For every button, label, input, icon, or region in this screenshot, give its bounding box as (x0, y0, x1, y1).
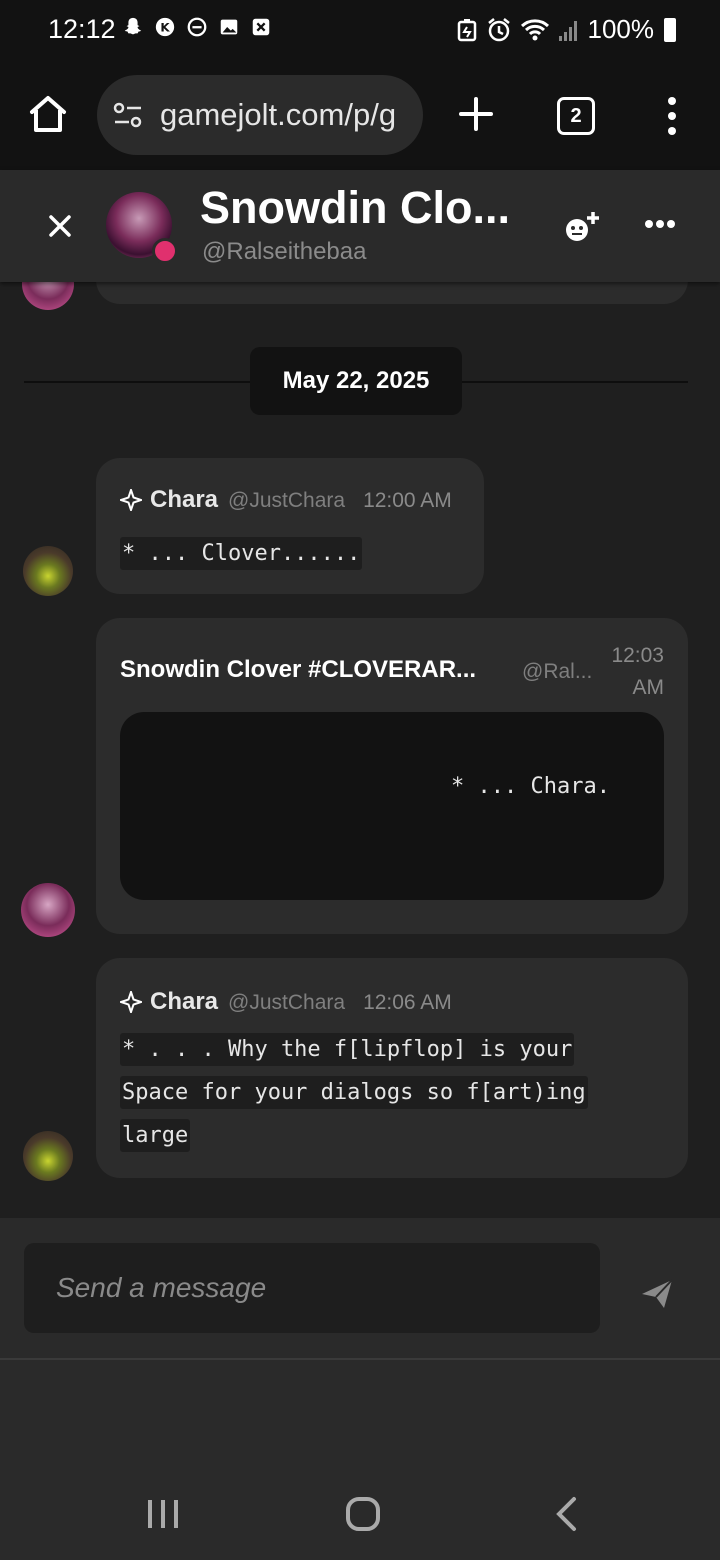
avatar[interactable] (21, 883, 75, 937)
room-handle[interactable]: @Ralseithebaa (202, 238, 366, 266)
status-right: 100% (456, 14, 676, 45)
sender-name[interactable]: Chara (150, 988, 218, 1016)
gallery-icon (220, 19, 238, 35)
message-content-box: * ... Chara. (120, 712, 664, 900)
date-separator: May 22, 2025 (250, 347, 462, 415)
message-time: 12:06 AM (363, 991, 452, 1014)
sparkle-icon (120, 991, 142, 1013)
battery-icon (664, 17, 676, 42)
message-bubble[interactable]: Chara @JustChara 12:06 AM * . . . Why th… (96, 958, 688, 1178)
message-header: Chara @JustChara 12:06 AM (120, 988, 452, 1016)
message-line: * ... Clover...... (120, 537, 363, 570)
address-bar[interactable]: gamejolt.com/p/g (97, 75, 423, 155)
avatar[interactable] (22, 282, 74, 310)
sender-handle[interactable]: @Ral... (522, 660, 592, 684)
battery-saver-icon (457, 18, 476, 41)
chat-header: Snowdin Clo... @Ralseithebaa (0, 170, 720, 282)
close-box-icon (252, 18, 270, 36)
status-bar: 12:12 K 100% (0, 0, 720, 62)
new-tab-plus-icon[interactable] (458, 96, 494, 132)
compose-bar (0, 1218, 720, 1358)
status-time: 12:12 (48, 14, 116, 44)
sender-handle[interactable]: @JustChara (228, 489, 345, 513)
message-text: * ... Clover...... (120, 532, 363, 575)
battery-percent: 100% (587, 14, 655, 44)
message-bubble[interactable]: Chara @JustChara 12:00 AM * ... Clover..… (96, 458, 484, 594)
message-text: * . . . Why the f[lipflop] is your Space… (120, 1028, 588, 1157)
alarm-icon (487, 17, 510, 41)
kick-icon: K (155, 17, 175, 37)
notification-icons: K (122, 16, 272, 38)
url-text: gamejolt.com/p/g (160, 97, 397, 132)
sender-name[interactable]: Snowdin Clover #CLOVERAR... (120, 656, 476, 684)
svg-text:K: K (160, 21, 170, 35)
message-bubble-previous (96, 282, 688, 304)
online-status-dot (152, 238, 178, 264)
message-bubble[interactable]: Snowdin Clover #CLOVERAR... @Ral... 12:0… (96, 618, 688, 934)
snapchat-icon (124, 17, 142, 35)
avatar[interactable] (23, 1131, 73, 1181)
message-input[interactable] (24, 1243, 600, 1333)
message-text: * ... Chara. (451, 774, 610, 799)
message-line: large (120, 1119, 191, 1152)
message-time: 12:03 AM (611, 644, 664, 699)
home-icon[interactable] (345, 1496, 381, 1532)
back-icon[interactable] (554, 1496, 578, 1532)
system-navigation-bar (0, 1470, 720, 1560)
date-label: May 22, 2025 (282, 367, 430, 394)
message-time: 12:00 AM (363, 489, 452, 512)
more-options-icon[interactable] (644, 218, 676, 230)
sender-handle[interactable]: @JustChara (228, 991, 345, 1015)
room-title[interactable]: Snowdin Clo... (200, 182, 510, 234)
home-button-icon[interactable] (26, 92, 70, 136)
wifi-icon (520, 18, 549, 40)
browser-menu-icon[interactable] (664, 96, 680, 136)
site-settings-icon[interactable] (113, 101, 143, 129)
close-icon[interactable] (46, 212, 74, 240)
tab-switcher-button[interactable]: 2 (557, 97, 595, 135)
add-member-icon[interactable] (562, 210, 600, 246)
message-line: * . . . Why the f[lipflop] is your (120, 1033, 575, 1066)
sender-name[interactable]: Chara (150, 486, 218, 514)
signal-icon (558, 20, 577, 41)
browser-toolbar: gamejolt.com/p/g 2 (0, 62, 720, 170)
message-line: Space for your dialogs so f[art)ing (120, 1076, 588, 1109)
recents-icon[interactable] (146, 1498, 180, 1530)
avatar[interactable] (23, 546, 73, 596)
sparkle-icon (120, 489, 142, 511)
send-icon[interactable] (640, 1278, 674, 1310)
message-header: Chara @JustChara 12:00 AM (120, 486, 452, 514)
dnd-icon (187, 17, 207, 37)
tab-count: 2 (570, 104, 582, 127)
chat-message-list[interactable]: May 22, 2025 Chara @JustChara 12:00 AM *… (0, 282, 720, 1218)
